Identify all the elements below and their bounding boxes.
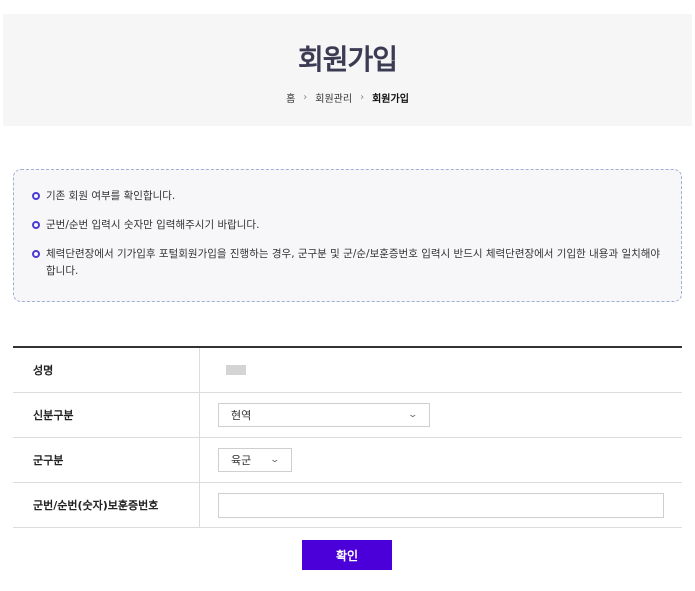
status-value: 현역 ⌄ [200,393,682,437]
breadcrumb-separator-icon: › [360,92,365,103]
form-row-branch: 군구분 육군 ⌄ [13,438,682,483]
name-label: 성명 [13,348,200,392]
notice-text: 기존 회원 여부를 확인합니다. [46,190,176,202]
page-title: 회원가입 [297,43,398,76]
service-number-label: 군번/순번(숫자)보훈증번호 [13,483,200,527]
breadcrumb-home[interactable]: 홈 [286,90,295,105]
bullet-icon [32,192,40,200]
bullet-icon [32,221,40,229]
branch-select[interactable]: 육군 ⌄ [218,448,292,472]
branch-selected: 육군 [231,454,252,467]
notice-box: 기존 회원 여부를 확인합니다. 군번/순번 입력시 숫자만 입력해주시기 바랍… [13,169,682,302]
page-header: 회원가입 홈 › 회원관리 › 회원가입 [3,14,692,126]
status-select[interactable]: 현역 ⌄ [218,403,430,427]
bullet-icon [32,250,40,258]
name-value [200,348,682,392]
breadcrumb-section[interactable]: 회원관리 [315,90,352,105]
service-number-input[interactable] [218,492,664,518]
redacted-name [226,365,246,375]
status-selected: 현역 [231,409,252,422]
branch-label: 군구분 [13,438,200,482]
breadcrumb-current: 회원가입 [372,94,409,105]
form-row-status: 신분구분 현역 ⌄ [13,393,682,438]
notice-text: 체력단련장에서 기가입후 포털회원가입을 진행하는 경우, 군구분 및 군/순/… [46,248,661,277]
notice-item: 기존 회원 여부를 확인합니다. [32,188,663,205]
notice-item: 군번/순번 입력시 숫자만 입력해주시기 바랍니다. [32,217,663,234]
confirm-button[interactable]: 확인 [302,540,392,570]
breadcrumb: 홈 › 회원관리 › 회원가입 [3,90,692,105]
status-label: 신분구분 [13,393,200,437]
chevron-down-icon: ⌄ [407,410,419,420]
service-number-value [200,483,682,527]
form-row-service-number: 군번/순번(숫자)보훈증번호 [13,483,682,528]
chevron-down-icon: ⌄ [269,455,281,465]
form-row-name: 성명 [13,348,682,393]
signup-form: 성명 신분구분 현역 ⌄ 군구분 육군 ⌄ 군번/순번(숫자)보훈증번호 [13,346,682,528]
breadcrumb-separator-icon: › [303,92,308,103]
notice-text: 군번/순번 입력시 숫자만 입력해주시기 바랍니다. [46,219,260,231]
notice-item: 체력단련장에서 기가입후 포털회원가입을 진행하는 경우, 군구분 및 군/순/… [32,246,663,280]
branch-value: 육군 ⌄ [200,438,682,482]
